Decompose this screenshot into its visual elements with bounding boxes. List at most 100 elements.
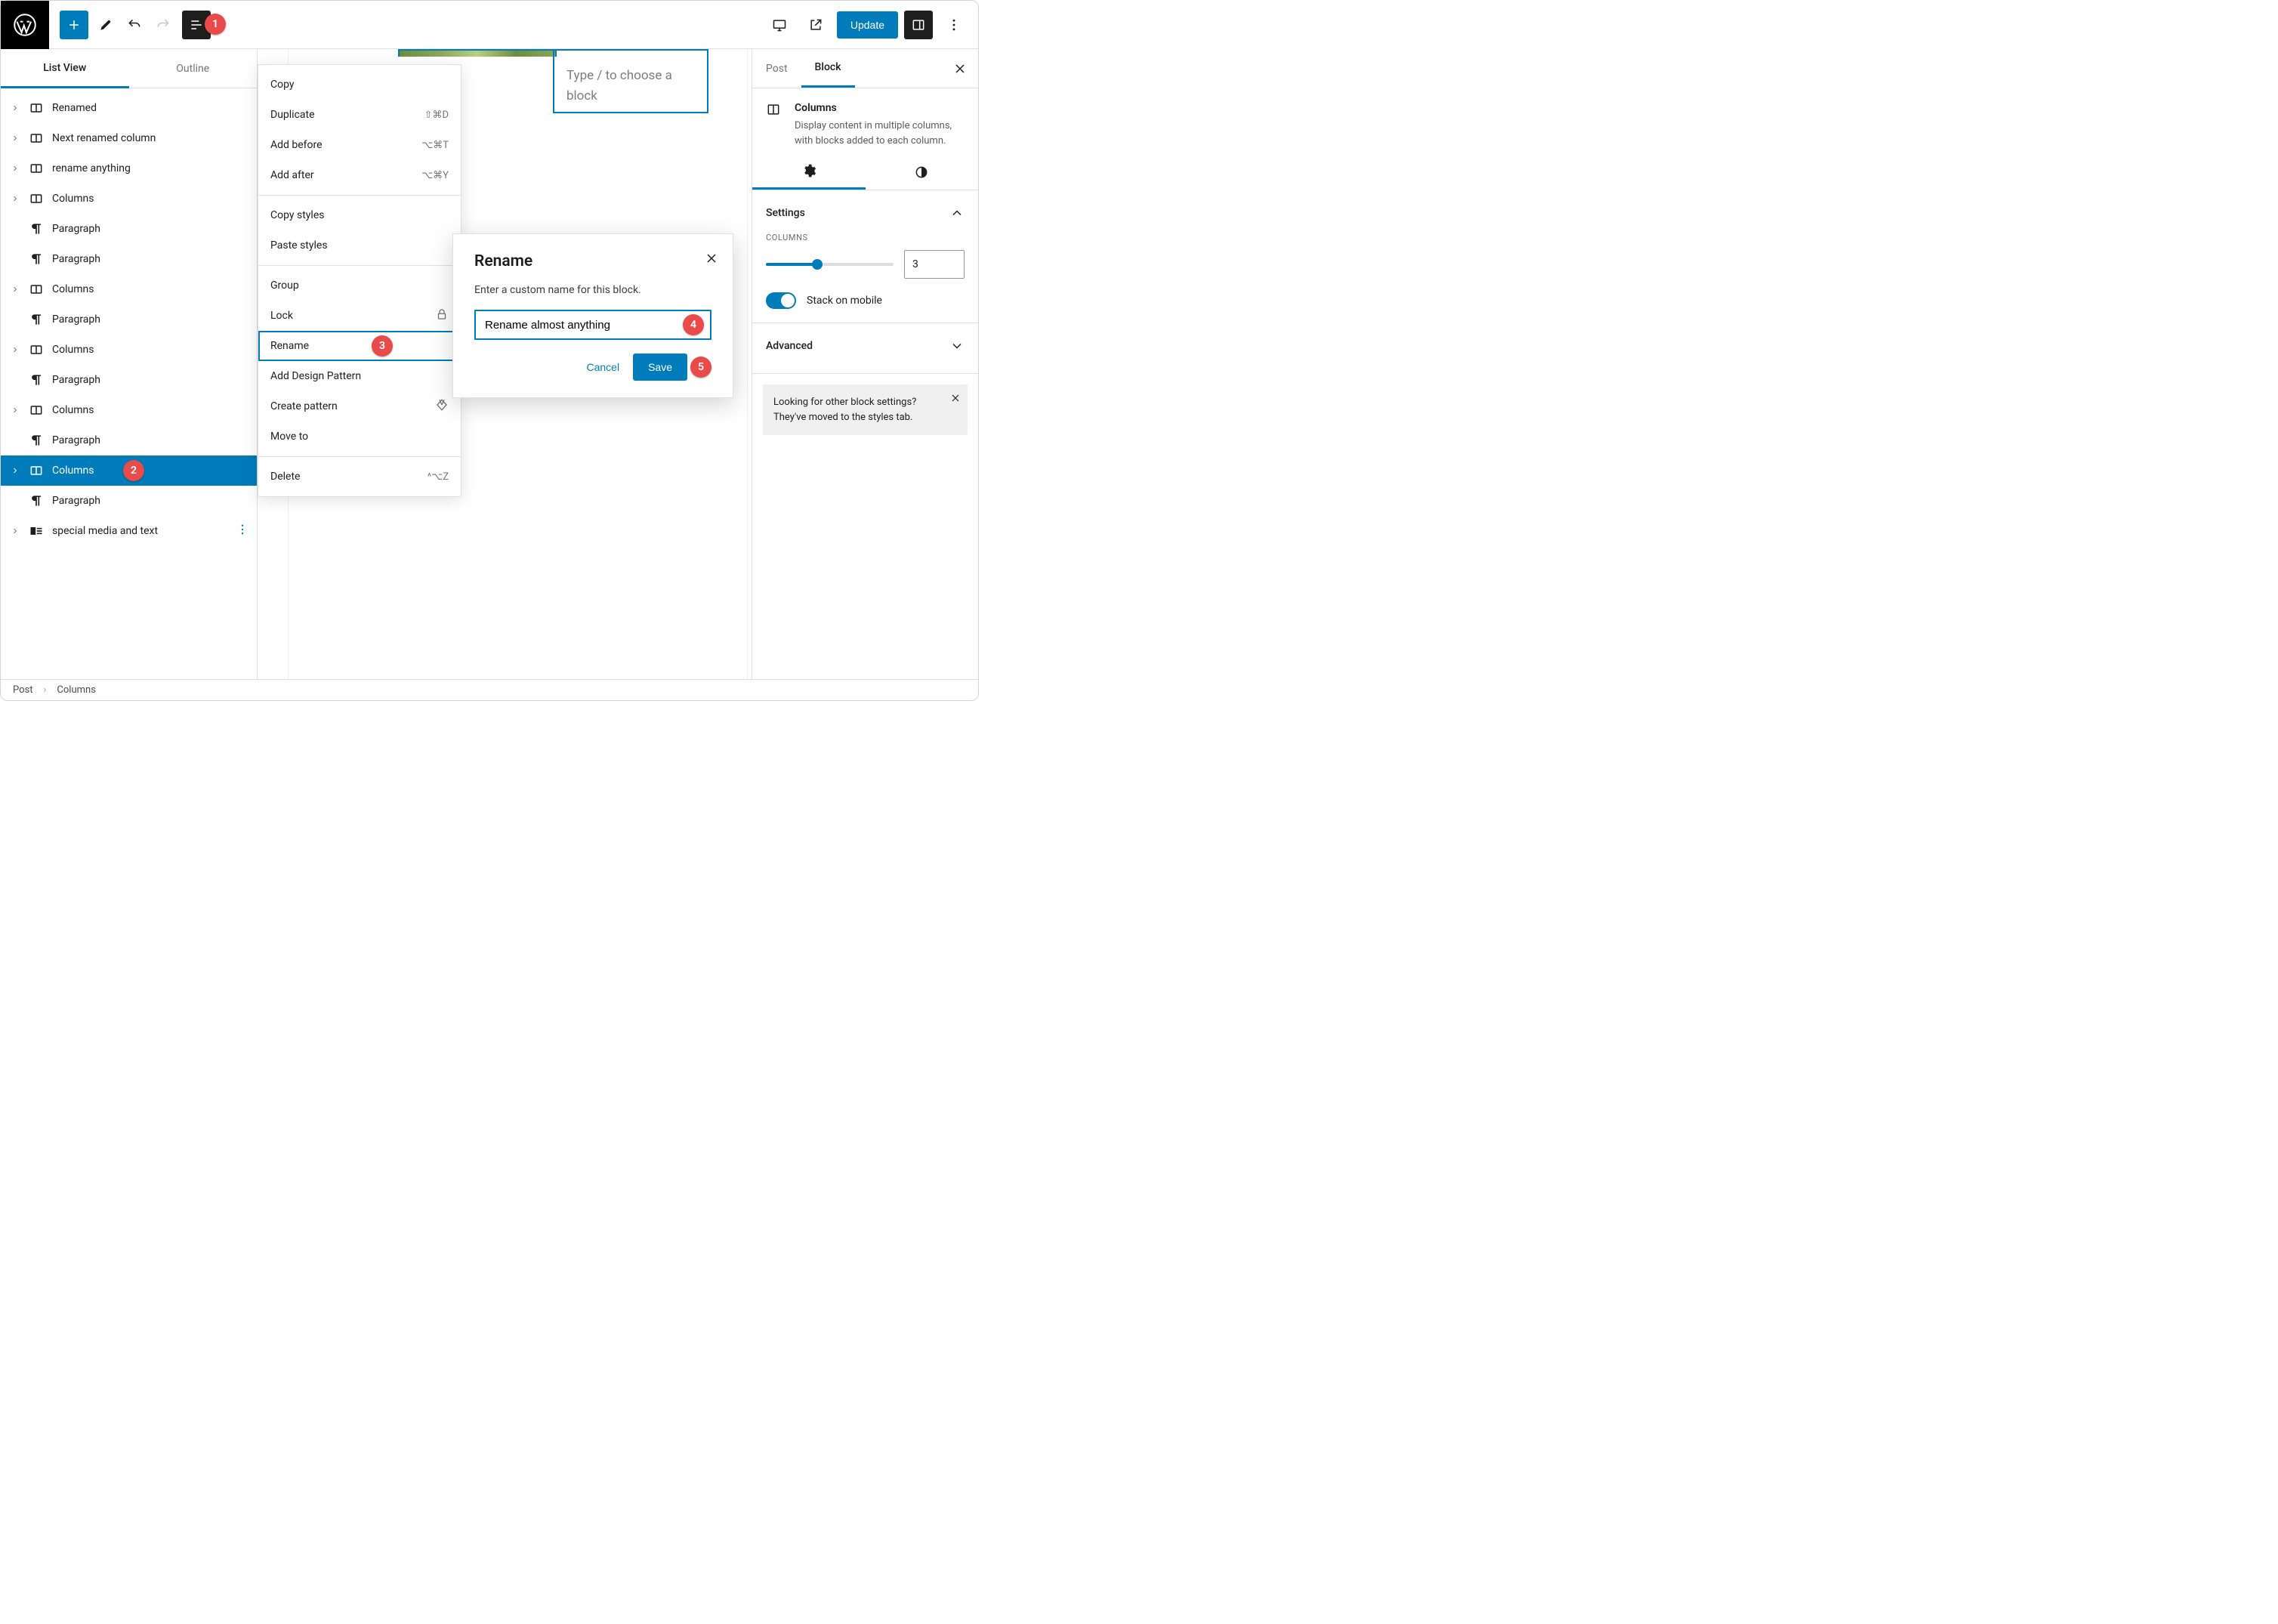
menu-item-move-to[interactable]: Move to	[258, 421, 461, 452]
paragraph-icon	[28, 221, 45, 236]
subtab-settings[interactable]	[752, 154, 866, 190]
menu-item-label: Add after	[270, 169, 314, 181]
tree-item-label: Columns	[52, 193, 94, 205]
columns-icon	[28, 100, 45, 116]
caret-icon[interactable]	[10, 345, 20, 354]
tree-item-label: Paragraph	[52, 495, 100, 507]
advanced-section-toggle[interactable]: Advanced	[766, 332, 965, 360]
placeholder-text: Type / to choose a block	[566, 68, 672, 103]
tree-item-7[interactable]: Paragraph	[1, 304, 257, 335]
edit-tool-button[interactable]	[91, 11, 120, 39]
menu-item-paste-styles[interactable]: Paste styles	[258, 230, 461, 261]
document-overview-button[interactable]: 1	[182, 11, 211, 39]
cancel-button[interactable]: Cancel	[576, 354, 630, 381]
gear-icon	[801, 163, 816, 178]
columns-icon	[766, 102, 784, 148]
menu-item-copy[interactable]: Copy	[258, 69, 461, 100]
subtab-styles[interactable]	[866, 154, 979, 190]
step-badge-4: 4	[683, 314, 704, 335]
close-modal-button[interactable]	[704, 251, 719, 269]
wordpress-logo[interactable]	[1, 1, 49, 49]
menu-item-add-before[interactable]: Add before⌥⌘T	[258, 130, 461, 160]
tree-item-label: Columns	[52, 344, 94, 356]
columns-icon	[28, 342, 45, 357]
crumb-columns[interactable]: Columns	[57, 684, 96, 696]
menu-item-rename[interactable]: Rename3	[258, 331, 461, 361]
caret-icon[interactable]	[10, 285, 20, 294]
menu-item-label: Duplicate	[270, 109, 315, 121]
tree-item-options-button[interactable]	[236, 523, 249, 539]
caret-icon[interactable]	[10, 103, 20, 113]
tree-item-1[interactable]: Next renamed column	[1, 123, 257, 153]
settings-section-toggle[interactable]: Settings	[766, 199, 965, 227]
save-button-label: Save	[648, 361, 672, 373]
paragraph-icon	[28, 312, 45, 327]
settings-sidebar-toggle[interactable]	[904, 11, 933, 39]
caret-icon[interactable]	[10, 466, 20, 475]
block-context-menu: CopyDuplicate⇧⌘DAdd before⌥⌘T Add after ⌥⌘…	[258, 64, 461, 497]
tree-item-label: Columns	[52, 283, 94, 295]
tab-post[interactable]: Post	[752, 49, 801, 88]
tree-item-label: Columns	[52, 404, 94, 416]
tree-item-12[interactable]: Columns2	[1, 455, 257, 486]
diamond-icon	[435, 398, 449, 415]
tab-outline[interactable]: Outline	[129, 49, 258, 88]
undo-button[interactable]	[120, 11, 149, 39]
tree-item-10[interactable]: Columns	[1, 395, 257, 425]
rename-modal-title: Rename	[474, 252, 711, 270]
columns-number-value: 3	[912, 258, 918, 270]
columns-icon	[28, 161, 45, 176]
tree-item-13[interactable]: Paragraph	[1, 486, 257, 516]
tab-block[interactable]: Block	[801, 49, 855, 88]
tree-item-11[interactable]: Paragraph	[1, 425, 257, 455]
tree-item-3[interactable]: Columns	[1, 184, 257, 214]
tree-item-4[interactable]: Paragraph	[1, 214, 257, 244]
more-options-button[interactable]	[936, 11, 972, 39]
add-block-button[interactable]	[60, 11, 88, 39]
caret-icon[interactable]	[10, 164, 20, 173]
tab-list-view[interactable]: List View	[1, 49, 129, 88]
tree-item-2[interactable]: rename anything	[1, 153, 257, 184]
crumb-post[interactable]: Post	[13, 684, 33, 696]
menu-item-add-design-pattern[interactable]: Add Design Pattern	[258, 361, 461, 391]
menu-item-copy-styles[interactable]: Copy styles	[258, 200, 461, 230]
menu-item-shortcut: ⌥⌘Y	[421, 170, 449, 181]
redo-button[interactable]	[149, 11, 177, 39]
tree-item-6[interactable]: Columns	[1, 274, 257, 304]
tree-item-5[interactable]: Paragraph	[1, 244, 257, 274]
dismiss-note-button[interactable]	[949, 392, 962, 409]
step-badge-5: 5	[690, 357, 711, 378]
close-inspector-button[interactable]	[942, 49, 978, 88]
stack-on-mobile-toggle[interactable]	[766, 292, 796, 309]
menu-item-duplicate[interactable]: Duplicate⇧⌘D	[258, 100, 461, 130]
menu-item-label: Add Design Pattern	[270, 370, 361, 382]
tree-item-label: Paragraph	[52, 374, 100, 386]
block-placeholder[interactable]: Type / to choose a block	[553, 49, 708, 113]
tree-item-label: special media and text	[52, 525, 158, 537]
tree-item-8[interactable]: Columns	[1, 335, 257, 365]
update-button[interactable]: Update	[837, 11, 898, 39]
menu-item-lock[interactable]: Lock	[258, 301, 461, 331]
tree-item-9[interactable]: Paragraph	[1, 365, 257, 395]
caret-icon[interactable]	[10, 194, 20, 203]
menu-item-label: Create pattern	[270, 400, 338, 412]
menu-item-create-pattern[interactable]: Create pattern	[258, 391, 461, 421]
tree-item-14[interactable]: special media and text	[1, 516, 257, 546]
columns-number-input[interactable]: 3	[904, 250, 965, 279]
caret-icon[interactable]	[10, 134, 20, 143]
menu-item-add-after[interactable]: Add after ⌥⌘Y	[258, 160, 461, 190]
rename-input[interactable]	[474, 310, 711, 340]
step-badge-1: 1	[205, 14, 226, 35]
caret-icon[interactable]	[10, 406, 20, 415]
columns-slider[interactable]	[766, 263, 894, 266]
tree-item-0[interactable]: Renamed	[1, 93, 257, 123]
tree-item-label: Renamed	[52, 102, 97, 114]
caret-icon[interactable]	[10, 526, 20, 536]
save-button[interactable]: Save	[633, 354, 687, 381]
menu-item-group[interactable]: Group	[258, 270, 461, 301]
styles-moved-note: Looking for other block settings? They'v…	[763, 384, 968, 435]
advanced-heading: Advanced	[766, 340, 813, 352]
preview-desktop-button[interactable]	[761, 11, 798, 39]
menu-item-delete[interactable]: Delete^⌥Z	[258, 462, 461, 492]
view-post-button[interactable]	[798, 11, 834, 39]
